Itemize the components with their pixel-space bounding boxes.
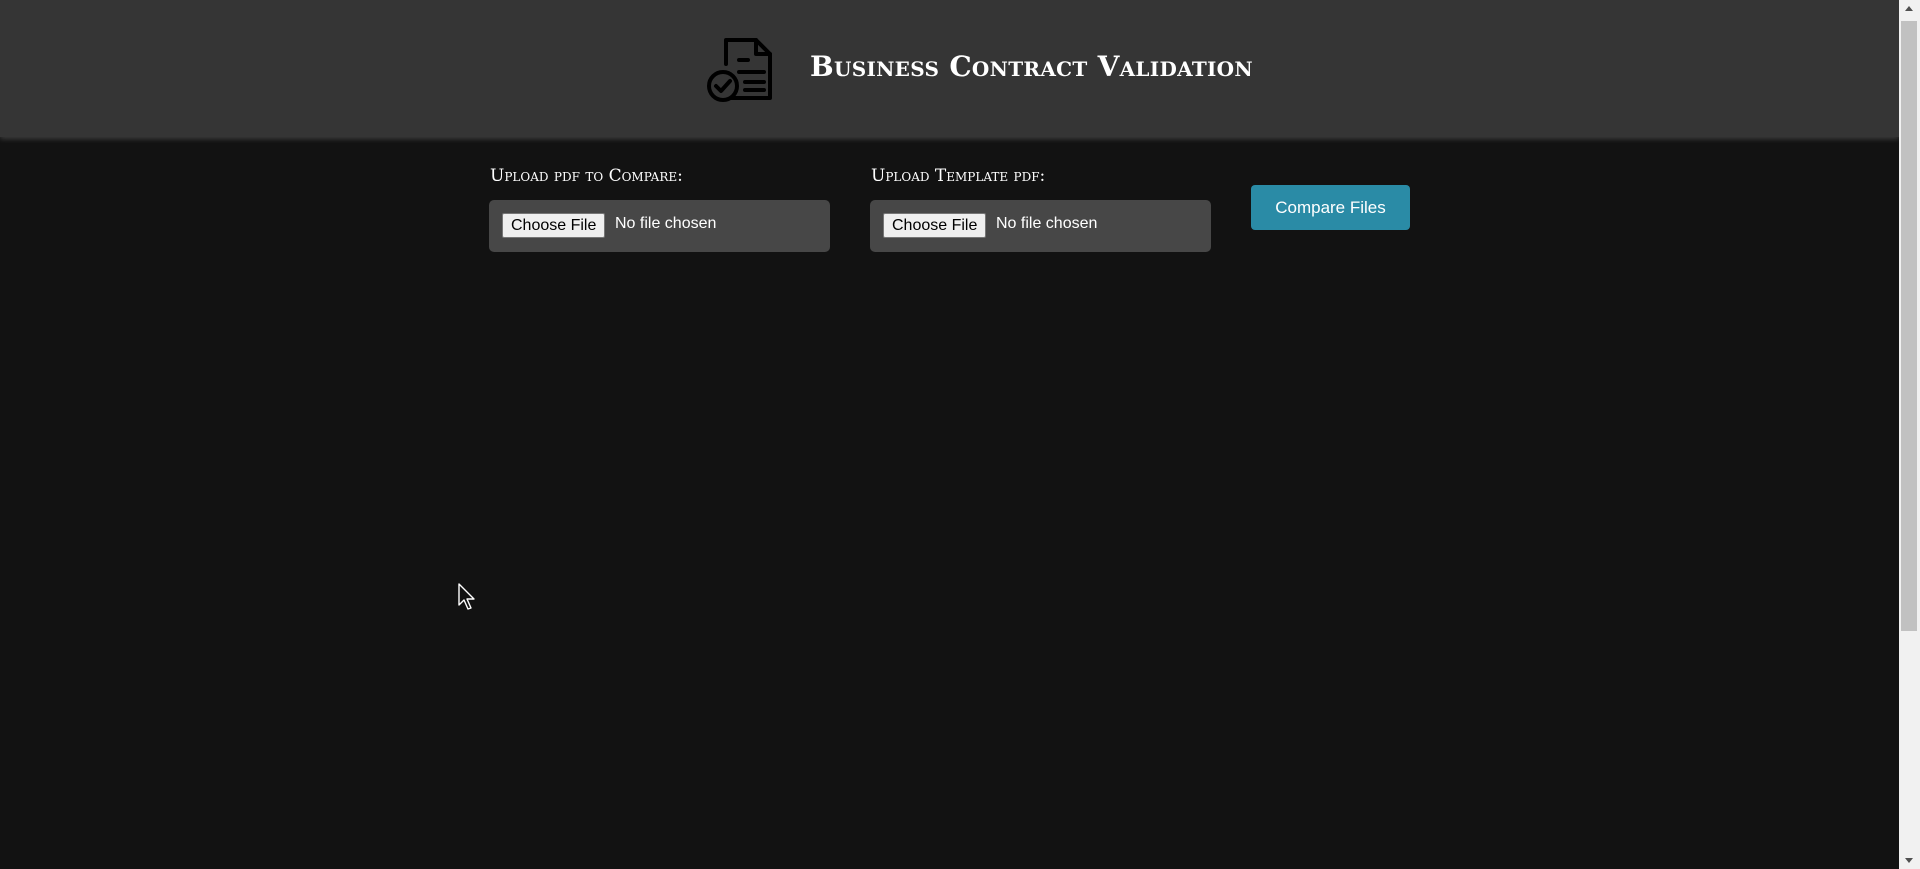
file-status-text: No file chosen [996,215,1098,232]
compare-files-button[interactable]: Compare Files [1251,185,1410,230]
upload-template-file-input[interactable]: Choose File No file chosen [870,200,1211,252]
document-check-icon [707,38,772,102]
upload-compare-label: Upload pdf to Compare: [490,166,683,186]
scrollbar-thumb[interactable] [1901,21,1917,631]
upload-compare-file-input[interactable]: Choose File No file chosen [489,200,830,252]
choose-file-button[interactable]: Choose File [883,213,987,238]
file-status-text: No file chosen [615,215,717,232]
mouse-cursor-icon [458,583,475,610]
page-title: Business Contract Validation [810,50,1253,83]
app-header: Business Contract Validation [0,0,1899,137]
vertical-scrollbar[interactable] [1899,0,1920,869]
choose-file-button[interactable]: Choose File [502,213,606,238]
scroll-down-icon[interactable] [1905,858,1913,863]
upload-template-label: Upload Template pdf: [871,166,1046,186]
scroll-up-icon[interactable] [1905,6,1913,11]
page: Business Contract Validation Upload pdf … [0,0,1920,869]
